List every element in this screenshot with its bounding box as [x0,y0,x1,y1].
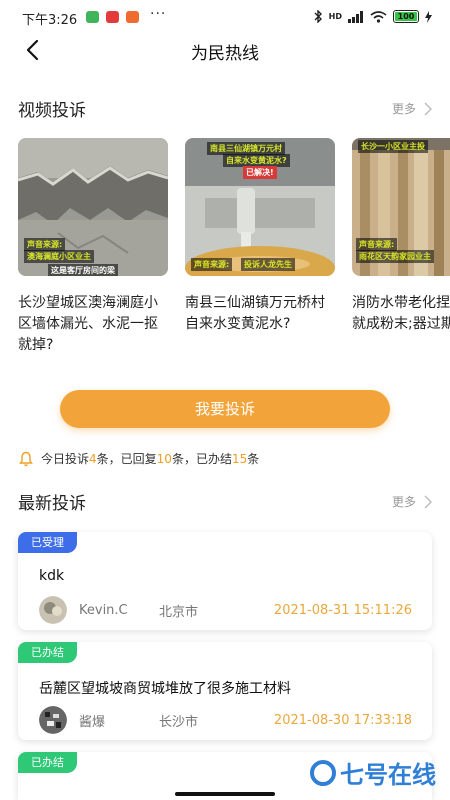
page-title: 为民热线 [191,44,259,64]
status-icons: HD 100 [314,10,432,23]
status-badge: 已受理 [18,532,77,553]
chevron-right-icon [424,102,432,115]
video-card[interactable]: 长沙一小区业主投 声音来源: 雨花区天韵家园业主 消防水带老化捏就成粉末;器过期… [352,138,450,335]
complaint-user: 酱爆 [79,714,106,730]
video-title: 长沙望城区澳海澜庭小区墙体漏光、水泥一抠就掉? [18,295,158,353]
notification-icon [126,11,139,23]
complaint-user: Kevin.C [79,602,128,618]
thumb-caption: 这是客厅房间的梁 [48,264,118,276]
latest-more-link[interactable]: 更多 [392,493,432,510]
section-title: 最新投诉 [18,494,86,514]
thumb-caption: 长沙一小区业主投 [358,140,428,153]
avatar [39,706,67,734]
thumb-caption: 雨花区天韵家园业主 [356,250,434,263]
latest-section-header: 最新投诉 更多 [18,489,432,515]
stats-text: 今日投诉 [41,452,90,466]
more-label: 更多 [391,495,416,509]
stats-text: 条，已回复 [96,452,157,466]
video-card[interactable]: 声音来源: 澳海澜庭小区业主 这是客厅房间的梁 长沙望城区澳海澜庭小区墙体漏光、… [18,138,168,356]
submit-complaint-button[interactable]: 我要投诉 [60,390,390,428]
status-bar: 下午3:26 ··· HD 100 [0,0,450,34]
status-time: 下午3:26 [22,13,78,28]
section-title: 视频投诉 [18,101,86,121]
stats-text: 条 [247,452,260,466]
complaint-meta: Kevin.C 北京市 2021-08-31 15:11:26 [39,596,412,624]
replies-count: 10 [156,451,172,466]
notification-icon [86,11,99,23]
thumb-caption: 已解决! [243,166,277,179]
complaint-time: 2021-08-30 17:33:18 [273,712,412,728]
complaints-count: 4 [89,451,97,466]
watermark-logo: 七号在线 [310,755,436,790]
signal-icon [348,10,363,23]
status-badge: 已办结 [18,642,77,663]
thumb-caption: 声音来源: [191,258,233,271]
network-type-label: HD [328,12,342,21]
done-count: 15 [231,451,248,466]
home-indicator [175,792,275,796]
video-more-link[interactable]: 更多 [392,100,432,117]
video-card[interactable]: 南县三仙湖镇万元村 自来水变黄泥水? 已解决! 声音来源: 投诉人龙先生 南县三… [185,138,335,335]
more-label: 更多 [391,102,416,116]
wifi-icon [370,10,387,23]
complaint-card[interactable]: 已办结 岳麓区望城坡商贸城堆放了很多施工材料 酱爆 长沙市 2021-08-30… [18,642,432,740]
complaint-title: 岳麓区望城坡商贸城堆放了很多施工材料 [39,681,291,697]
video-title: 消防水带老化捏就成粉末;器过期! [352,295,450,332]
thumb-caption: 投诉人龙先生 [241,258,295,271]
status-badge: 已办结 [18,752,77,773]
more-notifications-icon: ··· [150,6,167,22]
charging-icon [425,10,432,23]
video-title: 南县三仙湖镇万元桥村自来水变黄泥水? [185,295,325,332]
battery-icon: 100 [393,10,419,23]
chevron-right-icon [424,495,432,508]
video-thumbnail: 南县三仙湖镇万元村 自来水变黄泥水? 已解决! 声音来源: 投诉人龙先生 [185,138,335,276]
complaint-city: 长沙市 [159,714,199,730]
complaint-time: 2021-08-31 15:11:26 [273,602,412,618]
complaint-city: 北京市 [159,604,199,620]
battery-level: 100 [397,12,415,21]
stats-text: 条，已办结 [171,452,232,466]
watermark-text: 七号在线 [340,761,436,789]
notification-icon [106,11,119,23]
complaint-card[interactable]: 已受理 kdk Kevin.C 北京市 2021-08-31 15:11:26 [18,532,432,630]
bell-icon [19,451,33,466]
bluetooth-icon [314,10,322,23]
video-thumbnail: 长沙一小区业主投 声音来源: 雨花区天韵家园业主 [352,138,450,276]
thumb-caption: 澳海澜庭小区业主 [24,250,94,263]
magnifier-logo-icon [310,759,336,786]
nav-bar: 为民热线 [0,34,450,66]
video-section-header: 视频投诉 更多 [18,96,432,122]
avatar [39,596,67,624]
today-stats: 今日投诉 4 条，已回复 10 条，已办结 15 条 [18,450,259,467]
complaint-meta: 酱爆 长沙市 2021-08-30 17:33:18 [39,706,412,734]
complaint-title: kdk [39,568,65,584]
video-thumbnail: 声音来源: 澳海澜庭小区业主 这是客厅房间的梁 [18,138,168,276]
